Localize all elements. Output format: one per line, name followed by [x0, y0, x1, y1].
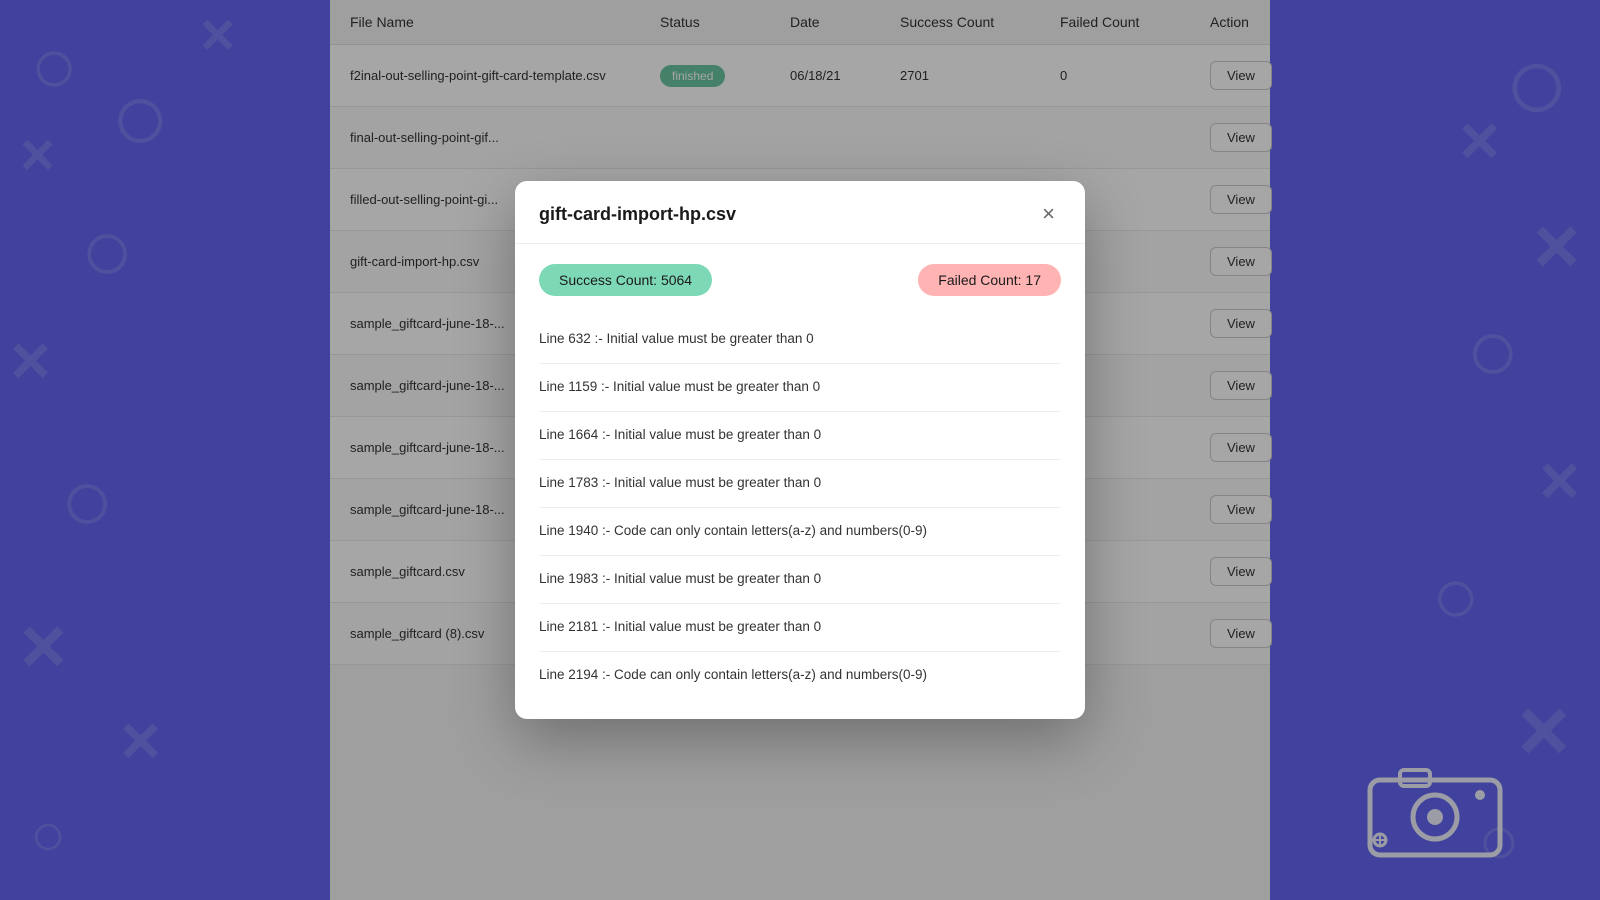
- modal-body: Success Count: 5064 Failed Count: 17 Lin…: [515, 244, 1085, 718]
- error-item: Line 632 :- Initial value must be greate…: [539, 316, 1061, 364]
- modal-close-button[interactable]: ×: [1036, 201, 1061, 227]
- modal-overlay: gift-card-import-hp.csv × Success Count:…: [0, 0, 1600, 900]
- success-count-badge: Success Count: 5064: [539, 264, 712, 296]
- error-item: Line 2181 :- Initial value must be great…: [539, 604, 1061, 652]
- modal-dialog: gift-card-import-hp.csv × Success Count:…: [515, 181, 1085, 718]
- error-list: Line 632 :- Initial value must be greate…: [539, 316, 1061, 698]
- error-item: Line 2194 :- Code can only contain lette…: [539, 652, 1061, 699]
- modal-header: gift-card-import-hp.csv ×: [515, 181, 1085, 244]
- error-item: Line 1983 :- Initial value must be great…: [539, 556, 1061, 604]
- error-item: Line 1783 :- Initial value must be great…: [539, 460, 1061, 508]
- error-item: Line 1664 :- Initial value must be great…: [539, 412, 1061, 460]
- modal-title: gift-card-import-hp.csv: [539, 204, 736, 225]
- error-item: Line 1159 :- Initial value must be great…: [539, 364, 1061, 412]
- failed-count-badge: Failed Count: 17: [918, 264, 1061, 296]
- error-item: Line 1940 :- Code can only contain lette…: [539, 508, 1061, 556]
- modal-stats: Success Count: 5064 Failed Count: 17: [539, 264, 1061, 296]
